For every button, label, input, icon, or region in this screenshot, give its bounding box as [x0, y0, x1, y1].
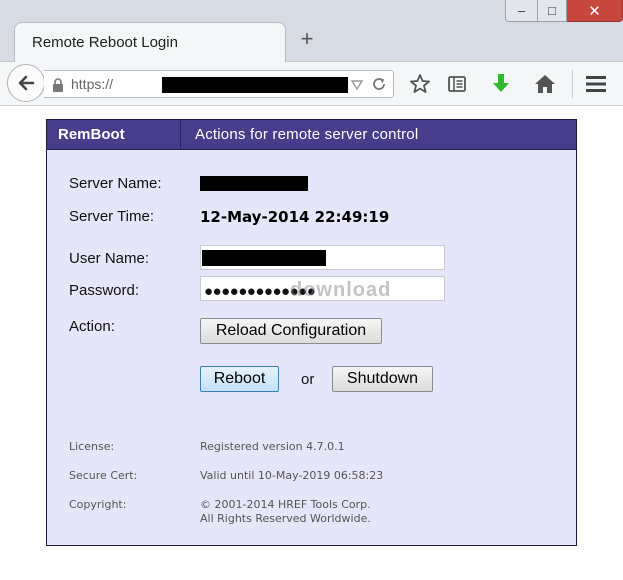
copyright-label: Copyright:: [69, 498, 127, 511]
tab-title: Remote Reboot Login: [32, 34, 178, 51]
license-label: License:: [69, 440, 115, 453]
back-arrow-icon: [18, 75, 35, 91]
home-icon: [535, 75, 555, 93]
password-label: Password:: [69, 282, 140, 299]
browser-navbar: https://: [0, 62, 623, 106]
lock-icon: [53, 78, 63, 92]
minimize-button[interactable]: –: [505, 0, 538, 22]
window-controls: – □ ✕: [505, 0, 623, 26]
star-icon: [410, 74, 430, 93]
server-time-label: Server Time:: [69, 208, 155, 225]
tab-remote-reboot-login[interactable]: Remote Reboot Login: [14, 22, 286, 62]
back-button[interactable]: [7, 64, 45, 102]
copyright-line-1: © 2001-2014 HREF Tools Corp.: [200, 498, 371, 511]
shutdown-button[interactable]: Shutdown: [332, 366, 433, 392]
close-window-button[interactable]: ✕: [567, 0, 623, 22]
secure-cert-value: Valid until 10-May-2019 06:58:23: [200, 469, 384, 482]
toolbar-separator: [572, 70, 573, 98]
reboot-button[interactable]: Reboot: [200, 366, 279, 392]
downloads-button[interactable]: [489, 72, 513, 96]
action-label: Action:: [69, 318, 115, 335]
redacted-user-name: [202, 250, 326, 266]
bookmark-star-button[interactable]: [408, 72, 432, 96]
secure-cert-label: Secure Cert:: [69, 469, 138, 482]
header-subtitle: Actions for remote server control: [195, 126, 419, 143]
maximize-button[interactable]: □: [538, 0, 567, 22]
download-arrow-icon: [493, 74, 509, 92]
brand-title: RemBoot: [47, 120, 181, 150]
menu-button[interactable]: [584, 72, 608, 96]
reload-configuration-button[interactable]: Reload Configuration: [200, 318, 382, 344]
panel-header: RemBoot Actions for remote server contro…: [47, 120, 576, 150]
dropdown-triangle-icon[interactable]: [351, 80, 363, 90]
url-text: https://: [71, 76, 114, 92]
remboot-panel: RemBoot Actions for remote server contro…: [46, 119, 577, 546]
redacted-server-name: [200, 176, 308, 191]
server-time-value: 12-May-2014 22:49:19: [200, 208, 390, 226]
reload-icon[interactable]: [371, 76, 387, 92]
license-value: Registered version 4.7.0.1: [200, 440, 345, 453]
or-text: or: [301, 371, 315, 388]
watermark: download: [290, 279, 392, 301]
home-button[interactable]: [533, 72, 557, 96]
redacted-url: [162, 77, 348, 93]
hamburger-menu-icon: [586, 76, 606, 92]
browser-titlebar: – □ ✕ Remote Reboot Login +: [0, 0, 623, 62]
reading-list-icon: [448, 76, 466, 92]
url-bar[interactable]: https://: [44, 70, 394, 98]
new-tab-button[interactable]: +: [297, 27, 317, 51]
server-name-label: Server Name:: [69, 175, 162, 192]
copyright-line-2: All Rights Reserved Worldwide.: [200, 512, 371, 525]
reading-list-button[interactable]: [445, 72, 469, 96]
user-name-label: User Name:: [69, 250, 150, 267]
